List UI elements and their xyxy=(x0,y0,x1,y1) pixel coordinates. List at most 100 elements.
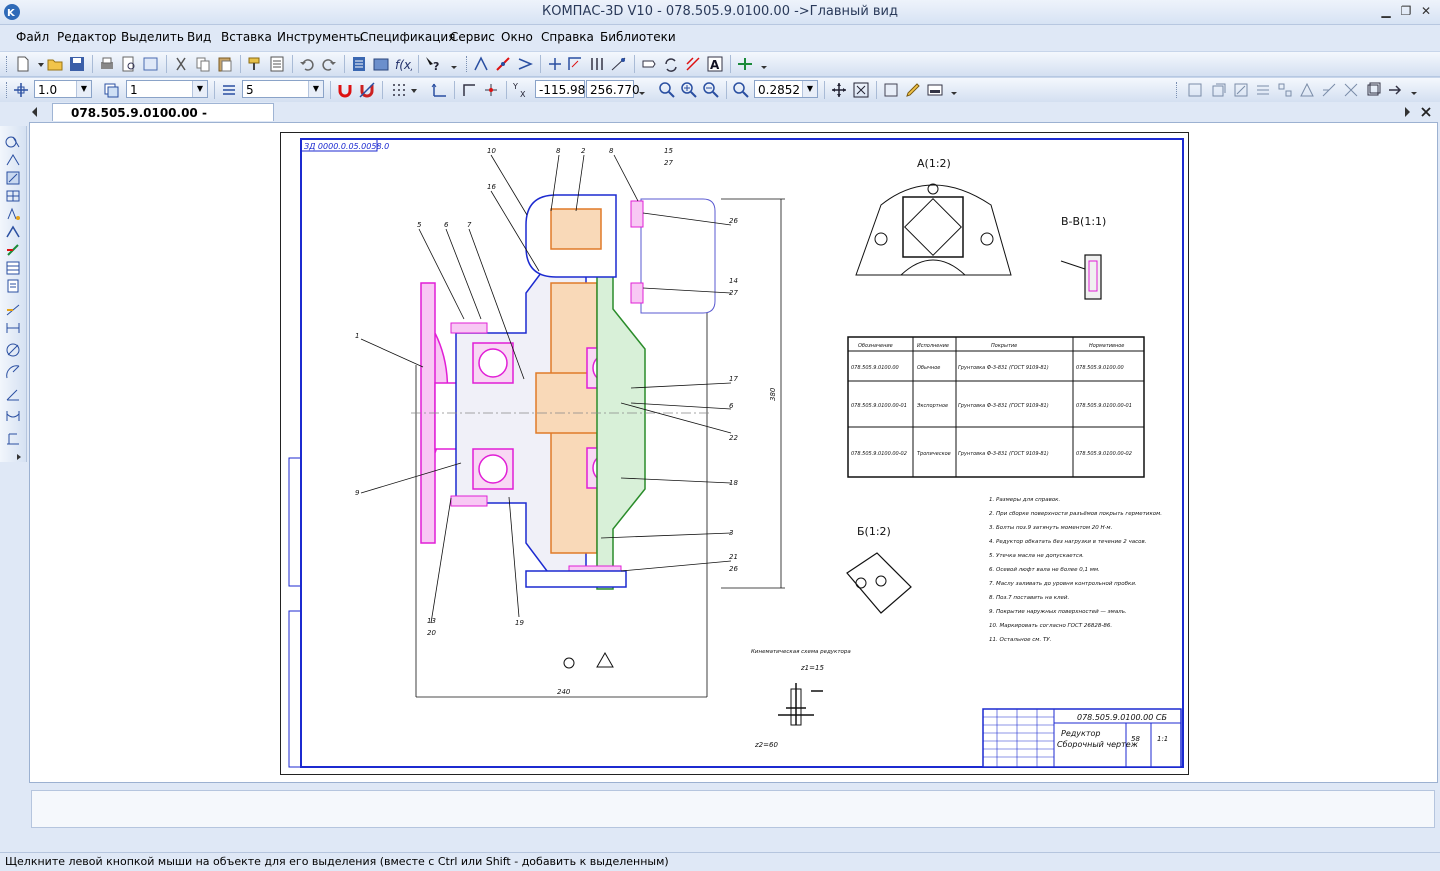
print-icon[interactable] xyxy=(98,55,116,73)
new-document-icon[interactable] xyxy=(14,55,32,73)
chevron-down-icon[interactable]: ▼ xyxy=(192,81,207,97)
menu-specification[interactable]: Спецификация xyxy=(360,30,455,44)
layout-icon[interactable] xyxy=(926,81,944,99)
show-all-icon[interactable] xyxy=(852,81,870,99)
pan-icon[interactable] xyxy=(830,81,848,99)
hatch-icon[interactable] xyxy=(684,55,702,73)
chevron-down-icon[interactable]: ▼ xyxy=(76,81,91,97)
style-combo[interactable]: 5 ▼ xyxy=(242,80,324,98)
layer-combo[interactable]: 1 ▼ xyxy=(126,80,208,98)
snap-vertex-icon[interactable] xyxy=(516,55,534,73)
pencil-icon[interactable] xyxy=(904,81,922,99)
drawing-sheet[interactable]: ЗД 0000.0.05.0058.0 380 240 1 5 6 7 10 1… xyxy=(280,132,1189,775)
zoom-in-icon[interactable] xyxy=(680,81,698,99)
export-icon[interactable] xyxy=(142,55,160,73)
toolbar-grip[interactable] xyxy=(6,82,10,98)
diameter-dim-icon[interactable] xyxy=(4,342,22,358)
menu-libraries[interactable]: Библиотеки xyxy=(600,30,676,44)
variables-icon[interactable]: f(x) xyxy=(394,55,412,73)
coord-y-field[interactable]: 256.770 xyxy=(586,80,640,98)
parametrization-icon[interactable] xyxy=(4,206,22,222)
format-painter-icon[interactable] xyxy=(246,55,264,73)
ortho-icon[interactable] xyxy=(546,55,564,73)
redraw-icon[interactable] xyxy=(882,81,900,99)
menu-edit[interactable]: Редактор xyxy=(57,30,116,44)
arc-dim-icon[interactable] xyxy=(4,408,22,424)
tab-scroll-right-icon[interactable] xyxy=(1402,106,1412,118)
view-tool-1-icon[interactable] xyxy=(1186,81,1204,99)
view-tool-2-icon[interactable] xyxy=(1210,81,1228,99)
save-icon[interactable] xyxy=(68,55,86,73)
cut-icon[interactable] xyxy=(172,55,190,73)
dimensions-icon[interactable] xyxy=(4,152,22,168)
layer-icon[interactable] xyxy=(102,81,120,99)
scale-combo[interactable]: 1.0 ▼ xyxy=(34,80,92,98)
tab-close-icon[interactable] xyxy=(1420,106,1432,118)
edit-tools-icon[interactable] xyxy=(4,188,22,204)
chevron-down-icon[interactable]: ▼ xyxy=(308,81,323,97)
close-button[interactable]: ✕ xyxy=(1416,3,1436,19)
spec-tools-icon[interactable] xyxy=(4,260,22,276)
point-icon[interactable] xyxy=(482,81,500,99)
redo-icon[interactable] xyxy=(320,55,338,73)
round-icon[interactable] xyxy=(566,55,584,73)
toolbar-grip[interactable] xyxy=(6,56,10,72)
angle-dim-icon[interactable] xyxy=(4,386,22,402)
toolbar-more-icon[interactable] xyxy=(948,81,966,99)
cursor-scale-icon[interactable] xyxy=(12,81,30,99)
text-icon[interactable]: A xyxy=(706,55,724,73)
zoom-scale-icon[interactable] xyxy=(732,81,750,99)
coord-x-field[interactable]: -115.98 xyxy=(535,80,585,98)
select-tools-icon[interactable] xyxy=(4,242,22,258)
grid-lines-icon[interactable] xyxy=(588,55,606,73)
symbols-icon[interactable] xyxy=(4,170,22,186)
toolbar-grip[interactable] xyxy=(1176,82,1180,98)
grid-icon[interactable] xyxy=(390,81,408,99)
open-folder-icon[interactable] xyxy=(46,55,64,73)
undo-icon[interactable] xyxy=(298,55,316,73)
view-tool-7-icon[interactable] xyxy=(1320,81,1338,99)
ortho-mode-icon[interactable] xyxy=(460,81,478,99)
restore-button[interactable]: ❐ xyxy=(1396,3,1416,19)
linear-dim-icon[interactable] xyxy=(4,302,22,318)
snap-icon[interactable] xyxy=(472,55,490,73)
menu-service[interactable]: Сервис xyxy=(450,30,495,44)
manager-icon[interactable] xyxy=(350,55,368,73)
menu-window[interactable]: Окно xyxy=(501,30,533,44)
menu-select[interactable]: Выделить xyxy=(121,30,184,44)
rebuild-icon[interactable] xyxy=(640,55,658,73)
view-tool-6-icon[interactable] xyxy=(1298,81,1316,99)
copy-icon[interactable] xyxy=(194,55,212,73)
toolbar-more-icon[interactable] xyxy=(1408,81,1426,99)
style-icon[interactable] xyxy=(220,81,238,99)
horizontal-dim-icon[interactable] xyxy=(4,320,22,336)
property-panel[interactable] xyxy=(31,790,1435,828)
toolbar-more-icon[interactable] xyxy=(636,81,654,99)
reports-icon[interactable] xyxy=(4,278,22,294)
toolbar-more-icon[interactable] xyxy=(448,55,466,73)
measure-tools-icon[interactable] xyxy=(4,224,22,240)
chevron-down-icon[interactable]: ▼ xyxy=(802,81,817,97)
paste-icon[interactable] xyxy=(216,55,234,73)
coordinates-icon[interactable]: YX xyxy=(512,81,530,99)
view-tool-10-icon[interactable] xyxy=(1386,81,1404,99)
help-icon[interactable]: ? xyxy=(424,55,442,73)
view-tool-4-icon[interactable] xyxy=(1254,81,1272,99)
height-dim-icon[interactable] xyxy=(4,430,22,446)
measure-icon[interactable] xyxy=(610,55,628,73)
minimize-button[interactable]: ▁ xyxy=(1376,3,1396,19)
print-preview-icon[interactable] xyxy=(120,55,138,73)
menu-help[interactable]: Справка xyxy=(541,30,594,44)
expand-arrow-icon[interactable] xyxy=(14,452,24,462)
properties-icon[interactable] xyxy=(268,55,286,73)
spc-icon[interactable] xyxy=(736,55,754,73)
zoom-combo[interactable]: 0.2852 ▼ xyxy=(754,80,818,98)
refresh-icon[interactable] xyxy=(662,55,680,73)
view-tool-8-icon[interactable] xyxy=(1342,81,1360,99)
view-tool-5-icon[interactable] xyxy=(1276,81,1294,99)
library-manager-icon[interactable] xyxy=(372,55,390,73)
toolbar-more-icon[interactable] xyxy=(758,55,776,73)
tab-scroll-left-icon[interactable] xyxy=(30,106,40,118)
zoom-out-icon[interactable] xyxy=(702,81,720,99)
zoom-window-icon[interactable] xyxy=(658,81,676,99)
